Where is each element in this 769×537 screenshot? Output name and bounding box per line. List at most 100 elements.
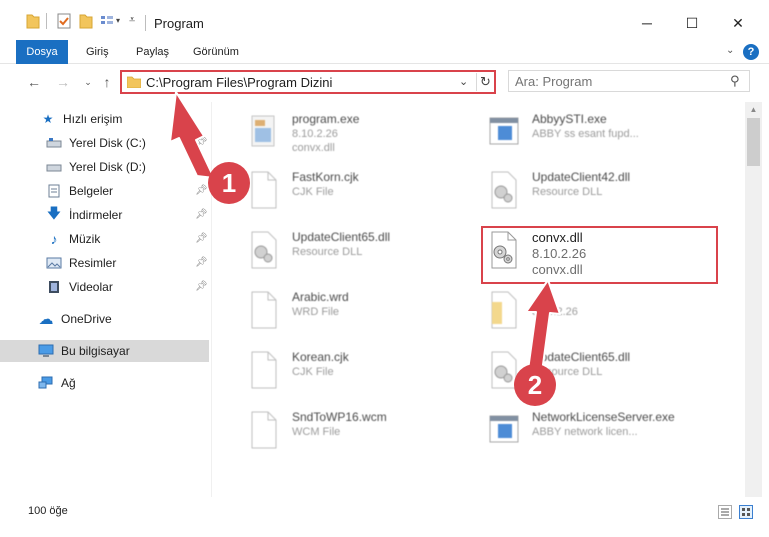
tiles-view-icon[interactable] — [739, 505, 753, 519]
pin-icon[interactable]: 📌︎ — [195, 233, 208, 244]
address-path[interactable]: C:\Program Files\Program Dizini — [146, 75, 332, 90]
chevron-down-icon[interactable]: ⌄ — [459, 75, 468, 88]
pin-icon[interactable]: 📌︎ — [195, 137, 208, 148]
tab-share[interactable]: Paylaş — [136, 40, 169, 64]
folder-icon — [26, 14, 40, 29]
view-options-icon[interactable] — [99, 12, 115, 30]
vertical-scrollbar[interactable]: ▲ — [745, 102, 762, 497]
help-button[interactable]: ? — [743, 44, 759, 60]
dll-gear-icon — [491, 171, 517, 209]
item-count: 100 öğe — [28, 505, 68, 517]
sidebar-item-documents[interactable]: Belgeler 📌︎ — [0, 180, 209, 202]
address-bar[interactable]: C:\Program Files\Program Dizini ⌄ ↻ — [120, 70, 496, 94]
sidebar-item-local-disk-c[interactable]: Yerel Disk (C:) 📌︎ — [0, 132, 209, 154]
file-item[interactable]: SndToWP16.wcm WCM File — [238, 406, 488, 464]
refresh-icon[interactable]: ↻ — [476, 73, 494, 91]
sidebar-item-label: Videolar — [69, 280, 113, 294]
star-icon: ★ — [42, 112, 54, 126]
tab-file[interactable]: Dosya — [16, 40, 68, 64]
back-arrow-icon[interactable]: ← — [24, 72, 44, 92]
sidebar-item-label: Resimler — [69, 256, 117, 270]
file-item[interactable]: NetworkLicenseServer.exe ABBY network li… — [478, 406, 728, 464]
cloud-icon: ☁ — [38, 311, 54, 328]
pin-icon[interactable]: 📌︎ — [195, 209, 208, 220]
sidebar-item-label: Yerel Disk (C:) — [69, 136, 146, 150]
sidebar-item-label: Hızlı erişim — [63, 112, 123, 126]
blank-file-icon — [251, 291, 277, 329]
file-item[interactable]: UpdateClient65.dll Resource DLL — [238, 226, 488, 284]
quick-access-divider — [46, 13, 47, 29]
sidebar-item-music[interactable]: ♪ Müzik 📌︎ — [0, 228, 209, 250]
sidebar-item-quick-access[interactable]: ★ Hızlı erişim — [0, 108, 209, 130]
sidebar-item-onedrive[interactable]: ☁ OneDrive — [0, 308, 209, 330]
pin-icon[interactable]: 📌︎ — [195, 161, 208, 172]
minimize-button[interactable]: ─ — [627, 8, 667, 38]
sidebar-item-downloads[interactable]: 🡇 İndirmeler 📌︎ — [0, 204, 209, 226]
sidebar-item-label: OneDrive — [61, 312, 112, 326]
exe-icon — [251, 115, 275, 147]
blank-file-icon — [251, 351, 277, 389]
ribbon-tabs: Dosya Giriş Paylaş Görünüm ⌄ ? — [0, 40, 769, 64]
file-item[interactable]: Arabic.wrd WRD File — [238, 286, 488, 344]
file-item[interactable]: 8.10.2.26 — [478, 286, 728, 344]
tab-view[interactable]: Görünüm — [193, 40, 239, 64]
file-item[interactable]: FastKorn.cjk CJK File — [238, 166, 488, 224]
pin-icon[interactable]: 📌︎ — [195, 281, 208, 292]
file-list: program.exe 8.10.2.26 convx.dll AbbyySTI… — [214, 102, 744, 497]
sidebar-item-label: Bu bilgisayar — [61, 344, 130, 358]
drive-icon — [46, 160, 62, 174]
file-item[interactable]: UpdateClient42.dll Resource DLL — [478, 166, 728, 224]
details-view-icon[interactable] — [718, 505, 732, 519]
search-box[interactable]: ⚲ — [508, 70, 750, 92]
title-bar: ▾ ⩡ Program ─ ☐ ✕ — [0, 0, 769, 40]
sidebar-item-this-pc[interactable]: Bu bilgisayar — [0, 340, 209, 362]
documents-icon — [46, 184, 62, 198]
step-badge-2: 2 — [514, 364, 556, 406]
file-item[interactable]: AbbyySTI.exe ABBY ss esant fupd... — [478, 108, 728, 166]
title-divider — [145, 15, 146, 31]
sidebar-item-local-disk-d[interactable]: Yerel Disk (D:) 📌︎ — [0, 156, 209, 178]
sidebar-item-label: İndirmeler — [69, 208, 123, 222]
step-badge-1: 1 — [208, 162, 250, 204]
folder-file-icon — [491, 291, 517, 329]
chevron-down-icon[interactable]: ⌄ — [726, 45, 734, 56]
blank-file-icon — [251, 411, 277, 449]
network-icon — [38, 376, 54, 390]
blank-file-icon — [251, 171, 277, 209]
forward-arrow-icon[interactable]: → — [53, 72, 73, 92]
chevron-down-icon[interactable]: ▾ — [116, 16, 120, 25]
sidebar-item-videos[interactable]: Videolar 📌︎ — [0, 276, 209, 298]
convx-dll-highlight — [481, 226, 718, 284]
videos-icon — [46, 280, 62, 294]
customize-toolbar-icon[interactable]: ⩡ — [129, 14, 135, 27]
scroll-thumb[interactable] — [747, 118, 760, 166]
scroll-up-icon[interactable]: ▲ — [745, 102, 762, 118]
sidebar-item-label: Belgeler — [69, 184, 114, 198]
download-icon: 🡇 — [46, 205, 62, 221]
up-arrow-icon[interactable]: ↑ — [97, 72, 117, 92]
tab-home[interactable]: Giriş — [86, 40, 109, 64]
file-item[interactable]: program.exe 8.10.2.26 convx.dll — [238, 108, 488, 166]
sidebar-item-pictures[interactable]: Resimler 📌︎ — [0, 252, 209, 274]
app-window-icon — [489, 415, 519, 443]
pin-icon[interactable]: 📌︎ — [195, 185, 208, 196]
new-folder-icon[interactable] — [79, 12, 93, 30]
properties-icon[interactable] — [56, 12, 72, 30]
folder-icon — [127, 76, 141, 88]
status-bar: 100 öğe — [0, 497, 769, 537]
app-window-icon — [489, 117, 519, 145]
sidebar-item-label: Yerel Disk (D:) — [69, 160, 146, 174]
search-icon[interactable]: ⚲ — [730, 73, 740, 89]
music-icon: ♪ — [50, 231, 58, 247]
recent-locations-icon[interactable]: ⌄ — [78, 72, 98, 92]
search-input[interactable] — [515, 74, 715, 89]
drive-icon — [46, 136, 62, 150]
pictures-icon — [46, 256, 62, 270]
sidebar-item-network[interactable]: Ağ — [0, 372, 209, 394]
computer-icon — [38, 344, 54, 358]
navigation-pane: ★ Hızlı erişim Yerel Disk (C:) 📌︎ Yerel … — [0, 102, 212, 497]
maximize-button[interactable]: ☐ — [672, 8, 712, 38]
file-item[interactable]: Korean.cjk CJK File — [238, 346, 488, 404]
pin-icon[interactable]: 📌︎ — [195, 257, 208, 268]
close-button[interactable]: ✕ — [718, 8, 758, 38]
